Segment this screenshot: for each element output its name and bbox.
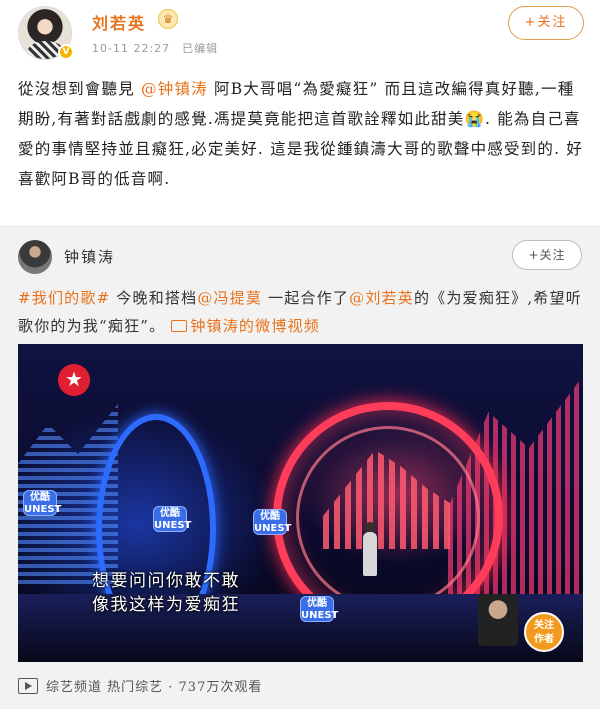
sponsor-logo: 优酷 UNEST (23, 490, 61, 516)
repost-avatar[interactable] (18, 240, 52, 274)
play-icon (18, 678, 38, 694)
edited-label[interactable]: 已编辑 (182, 42, 218, 55)
tv-station-logo-icon: ★ (58, 364, 90, 396)
video-subtitle: 像我这样为爱痴狂 (92, 595, 240, 615)
post-username[interactable]: 刘若英 (92, 10, 146, 34)
mention-link[interactable]: @刘若英 (349, 289, 414, 307)
repost-username[interactable]: 钟镇涛 (64, 246, 115, 267)
video-stats: 综艺频道 热门综艺 · 737万次观看 (46, 680, 263, 695)
video-player[interactable]: ★ 优酷 UNEST 优酷 UNEST 优酷 UNEST 优酷 UNEST 想要… (18, 344, 583, 662)
video-icon (171, 320, 188, 332)
sponsor-text: 优酷 UNEST (24, 492, 62, 515)
repost-follow-button[interactable]: +关注 (512, 240, 582, 270)
sponsor-text: 优酷 UNEST (154, 508, 192, 531)
post-text-part: 從沒想到會聽見 (18, 80, 135, 98)
repost-text-part: 一起合作了 (268, 289, 350, 307)
author-camera-thumbnail (478, 594, 518, 646)
video-link[interactable]: 钟镇涛的微博视频 (171, 317, 320, 335)
sponsor-logo: 优酷 UNEST (300, 596, 338, 622)
video-link-label: 钟镇涛的微博视频 (190, 317, 320, 335)
post-text: 從沒想到會聽見 @钟镇涛 阿B大哥唱“為愛癡狂” 而且這改編得真好聽,一種期盼,… (18, 74, 586, 194)
sponsor-logo: 优酷 UNEST (253, 509, 291, 535)
crown-icon[interactable]: ♛ (158, 9, 178, 29)
repost-text: #我们的歌# 今晚和搭档@冯提莫 一起合作了@刘若英的《为爱痴狂》,希望听歌你的… (18, 284, 584, 340)
mention-link[interactable]: @冯提莫 (197, 289, 262, 307)
sponsor-logo: 优酷 UNEST (153, 506, 191, 532)
follow-button[interactable]: +关注 (508, 6, 584, 40)
repost-text-part: 今晚和搭档 (116, 289, 198, 307)
post-time: 10-11 22:27 (92, 42, 171, 55)
crying-emoji-icon: 😭 (464, 110, 485, 128)
sponsor-text: 优酷 UNEST (301, 598, 339, 621)
mention-link[interactable]: @钟镇涛 (141, 80, 208, 98)
video-footer[interactable]: 综艺频道 热门综艺 · 737万次观看 (18, 676, 262, 700)
verified-badge-icon: V (58, 44, 74, 60)
sponsor-text: 优酷 UNEST (254, 511, 292, 534)
hashtag-link[interactable]: #我们的歌# (18, 289, 110, 307)
follow-author-button[interactable]: 关注 作者 (524, 612, 564, 652)
post-header: V 刘若英 ♛ 10-11 22:27 已编辑 +关注 (0, 0, 600, 62)
video-subtitle: 想要问问你敢不敢 (92, 571, 240, 591)
follow-author-label: 关注 作者 (534, 620, 554, 645)
singer-figure (363, 532, 377, 576)
post-meta: 10-11 22:27 已编辑 (92, 40, 218, 56)
